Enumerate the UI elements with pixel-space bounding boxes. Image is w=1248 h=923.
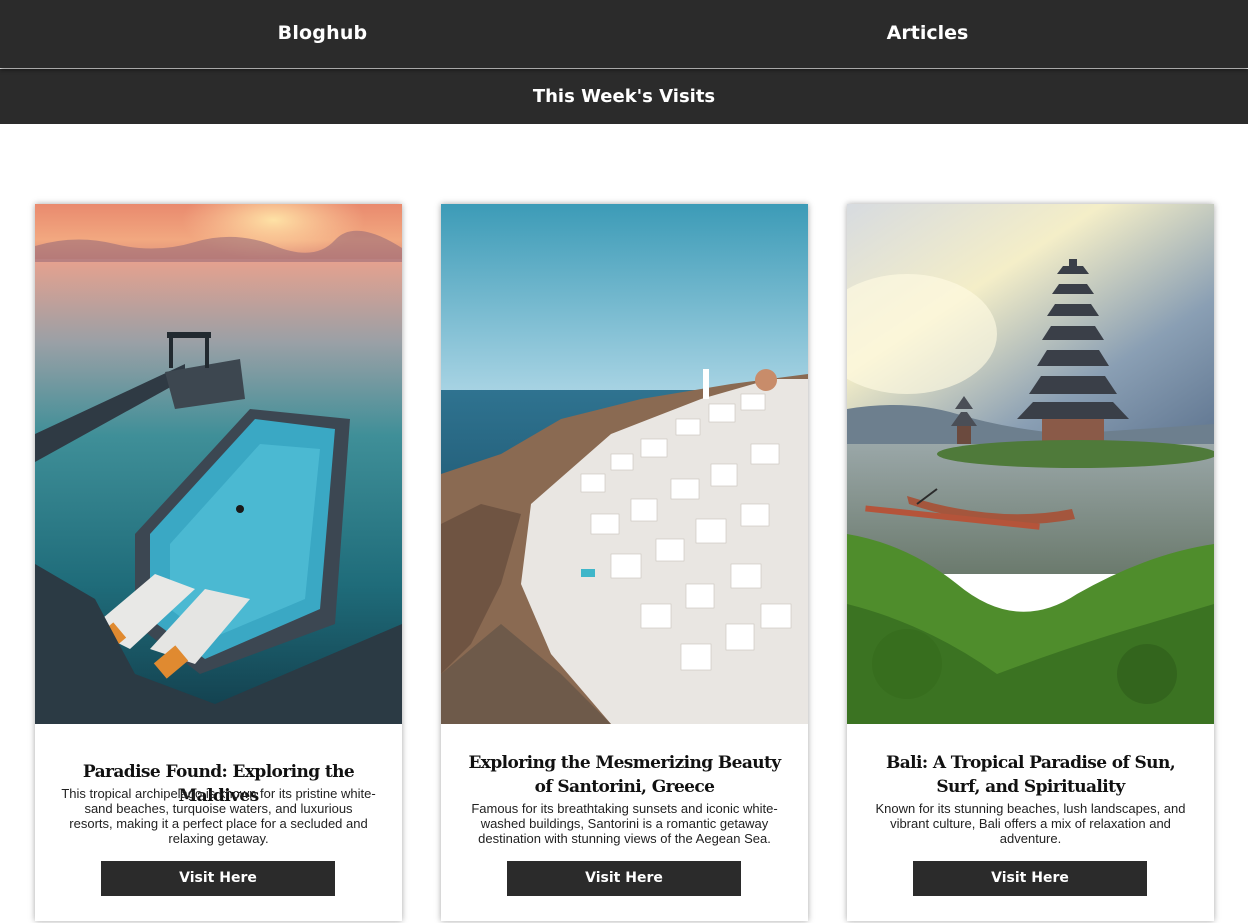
card-body: Exploring the Mesmerizing Beauty of Sant… bbox=[441, 724, 808, 921]
card-description: Known for its stunning beaches, lush lan… bbox=[875, 801, 1186, 846]
card-description: This tropical archipelago is known for i… bbox=[61, 786, 376, 846]
card-description: Famous for its breathtaking sunsets and … bbox=[471, 801, 778, 846]
top-navbar: Bloghub Articles bbox=[0, 0, 1248, 68]
nav-articles-link[interactable]: Articles bbox=[607, 0, 1248, 68]
card-title: Exploring the Mesmerizing Beauty of Sant… bbox=[468, 753, 781, 797]
blog-card-bali: Bali: A Tropical Paradise of Sun, Surf, … bbox=[847, 204, 1214, 921]
santorini-photo bbox=[441, 204, 808, 724]
blog-card-maldives: Paradise Found: Exploring the Maldives T… bbox=[35, 204, 402, 921]
section-title: This Week's Visits bbox=[532, 86, 716, 107]
visit-here-button[interactable]: Visit Here bbox=[913, 861, 1147, 896]
bali-photo bbox=[847, 204, 1214, 724]
section-header: This Week's Visits bbox=[0, 69, 1248, 124]
card-body: Paradise Found: Exploring the Maldives T… bbox=[35, 724, 402, 921]
visit-here-button[interactable]: Visit Here bbox=[507, 861, 741, 896]
visit-here-button[interactable]: Visit Here bbox=[101, 861, 335, 896]
brand-logo-link[interactable]: Bloghub bbox=[0, 0, 645, 68]
maldives-photo bbox=[35, 204, 402, 724]
card-body: Bali: A Tropical Paradise of Sun, Surf, … bbox=[847, 724, 1214, 921]
card-title: Bali: A Tropical Paradise of Sun, Surf, … bbox=[885, 753, 1176, 797]
blog-card-santorini: Exploring the Mesmerizing Beauty of Sant… bbox=[441, 204, 808, 921]
